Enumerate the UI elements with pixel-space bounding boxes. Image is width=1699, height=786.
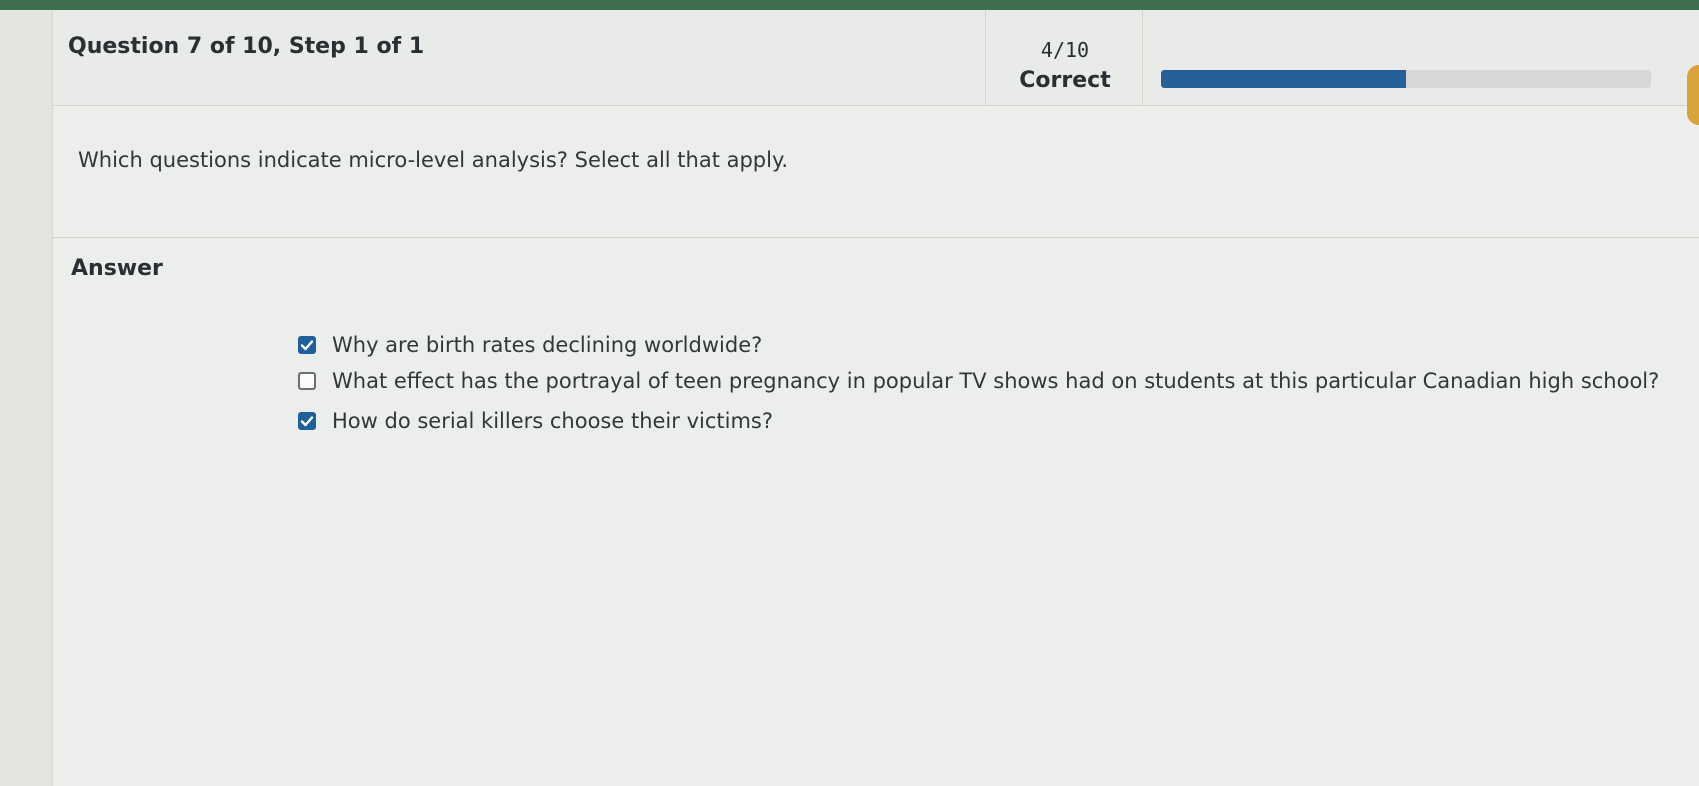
question-page: Question 7 of 10, Step 1 of 1 4/10 Corre… [52, 10, 1699, 786]
question-prompt-area: Which questions indicate micro-level ana… [53, 106, 1699, 238]
progress-bar-fill [1161, 70, 1406, 88]
answer-option-2[interactable]: What effect has the portrayal of teen pr… [298, 366, 1659, 396]
answer-option-3[interactable]: How do serial killers choose their victi… [298, 406, 773, 436]
checkmark-icon [300, 416, 314, 427]
checkmark-icon [300, 340, 314, 351]
checkbox-3[interactable] [298, 412, 316, 430]
progress-bar [1161, 70, 1651, 88]
score-box: 4/10 Correct [985, 10, 1143, 106]
score-label: Correct [1019, 68, 1111, 93]
left-gutter [0, 10, 52, 786]
answer-option-label: How do serial killers choose their victi… [332, 409, 773, 433]
side-tab[interactable] [1687, 65, 1699, 125]
question-header: Question 7 of 10, Step 1 of 1 4/10 Corre… [53, 10, 1699, 106]
checkbox-2[interactable] [298, 372, 316, 390]
answer-option-1[interactable]: Why are birth rates declining worldwide? [298, 330, 762, 360]
question-prompt: Which questions indicate micro-level ana… [78, 148, 789, 172]
question-title: Question 7 of 10, Step 1 of 1 [68, 34, 425, 59]
checkbox-1[interactable] [298, 336, 316, 354]
answer-option-label: Why are birth rates declining worldwide? [332, 333, 763, 357]
score-value: 4/10 [1040, 38, 1090, 62]
answer-option-label: What effect has the portrayal of teen pr… [332, 369, 1660, 393]
top-color-strip [0, 0, 1699, 10]
answer-label: Answer [71, 256, 163, 281]
